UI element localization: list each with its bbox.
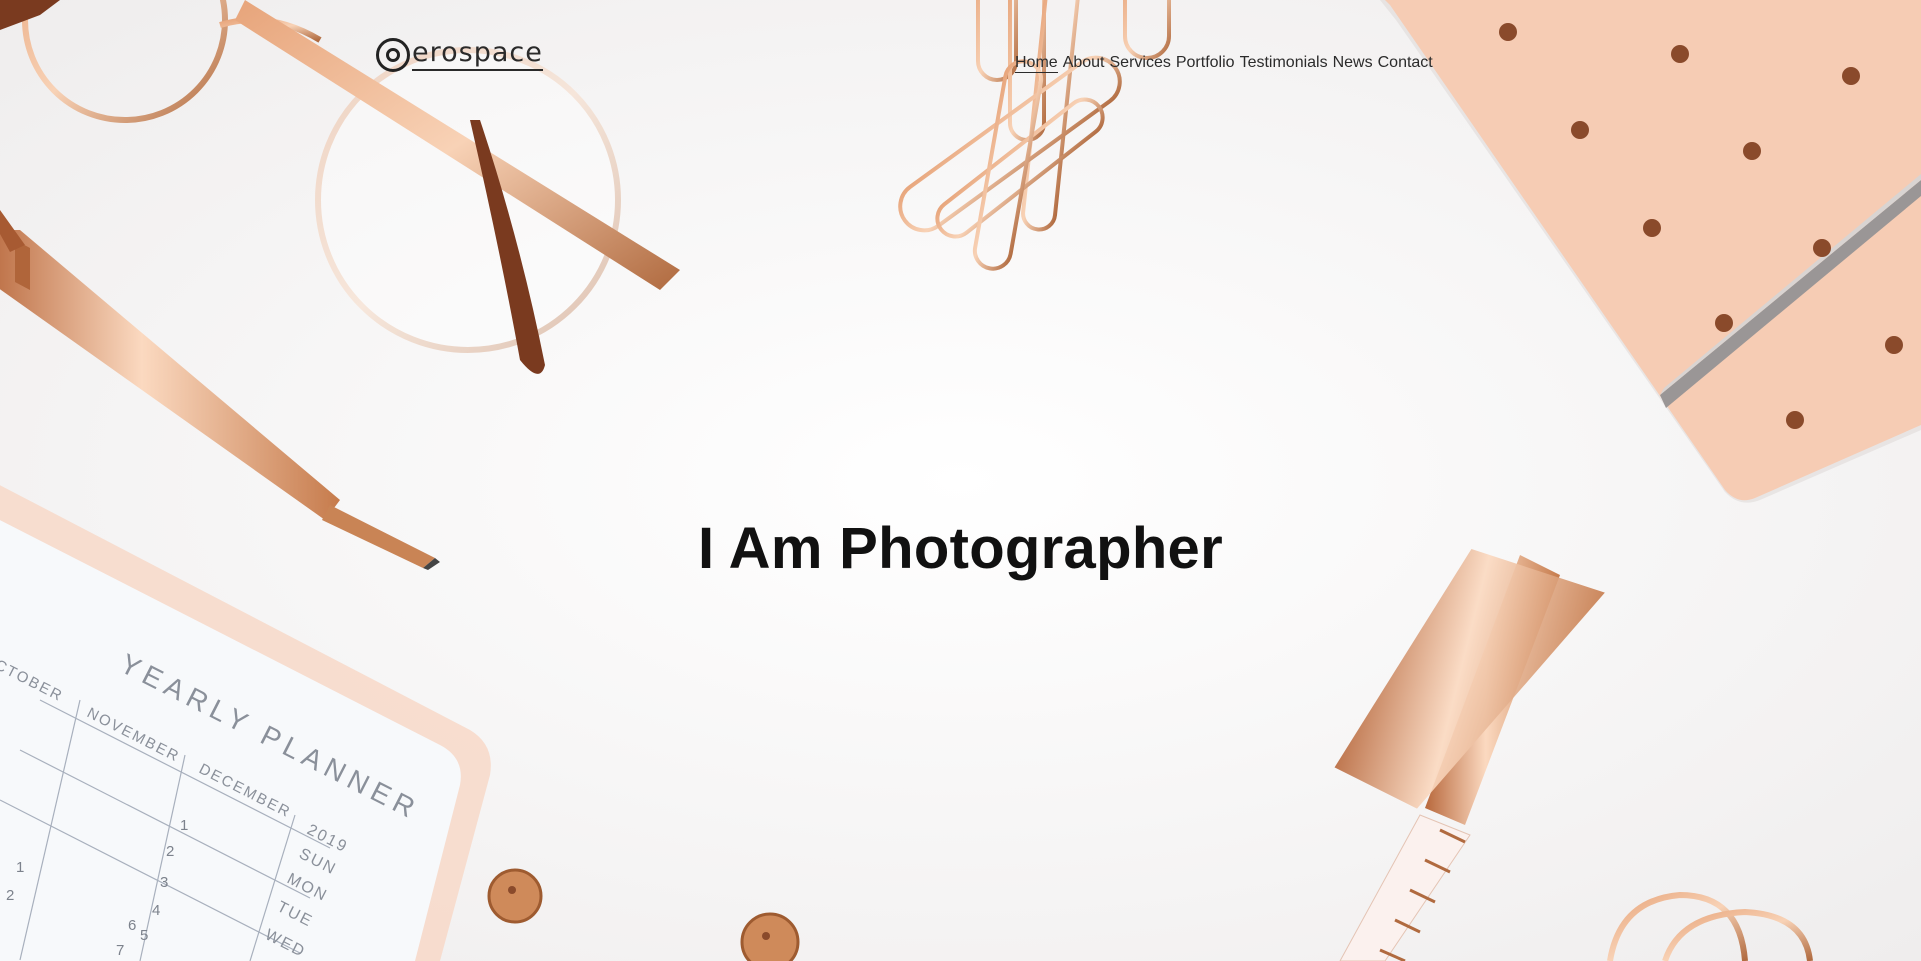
site-header: erospace Home About Services Portfolio T… — [0, 0, 1921, 130]
hero-background: YEARLY PLANNER CTOBER NOVEMBER DECEMBER … — [0, 0, 1921, 961]
hero-title: I Am Photographer — [698, 515, 1223, 581]
planner-number: 5 — [140, 927, 148, 944]
logo-icon — [376, 38, 410, 72]
planner-number: 7 — [116, 942, 124, 959]
planner-number: 2 — [6, 887, 14, 904]
planner-number: 1 — [16, 859, 24, 876]
nav-item-portfolio[interactable]: Portfolio — [1176, 54, 1235, 73]
desk-flatlay-illustration: YEARLY PLANNER CTOBER NOVEMBER DECEMBER … — [0, 0, 1921, 961]
planner-number: 2 — [166, 843, 174, 860]
nav-item-news[interactable]: News — [1333, 54, 1373, 73]
nav-item-about[interactable]: About — [1063, 54, 1105, 73]
logo-text: erospace — [412, 39, 543, 71]
planner-number: 6 — [128, 917, 136, 934]
site-logo[interactable]: erospace — [376, 38, 543, 72]
planner-number: 3 — [160, 874, 168, 891]
nav-item-home[interactable]: Home — [1015, 54, 1058, 73]
nav-item-contact[interactable]: Contact — [1378, 54, 1433, 73]
planner-number: 4 — [152, 902, 160, 919]
planner-number: 1 — [180, 817, 188, 834]
nav-item-testimonials[interactable]: Testimonials — [1240, 54, 1328, 73]
nav-item-services[interactable]: Services — [1110, 54, 1171, 73]
main-nav: Home About Services Portfolio Testimonia… — [1015, 54, 1433, 73]
